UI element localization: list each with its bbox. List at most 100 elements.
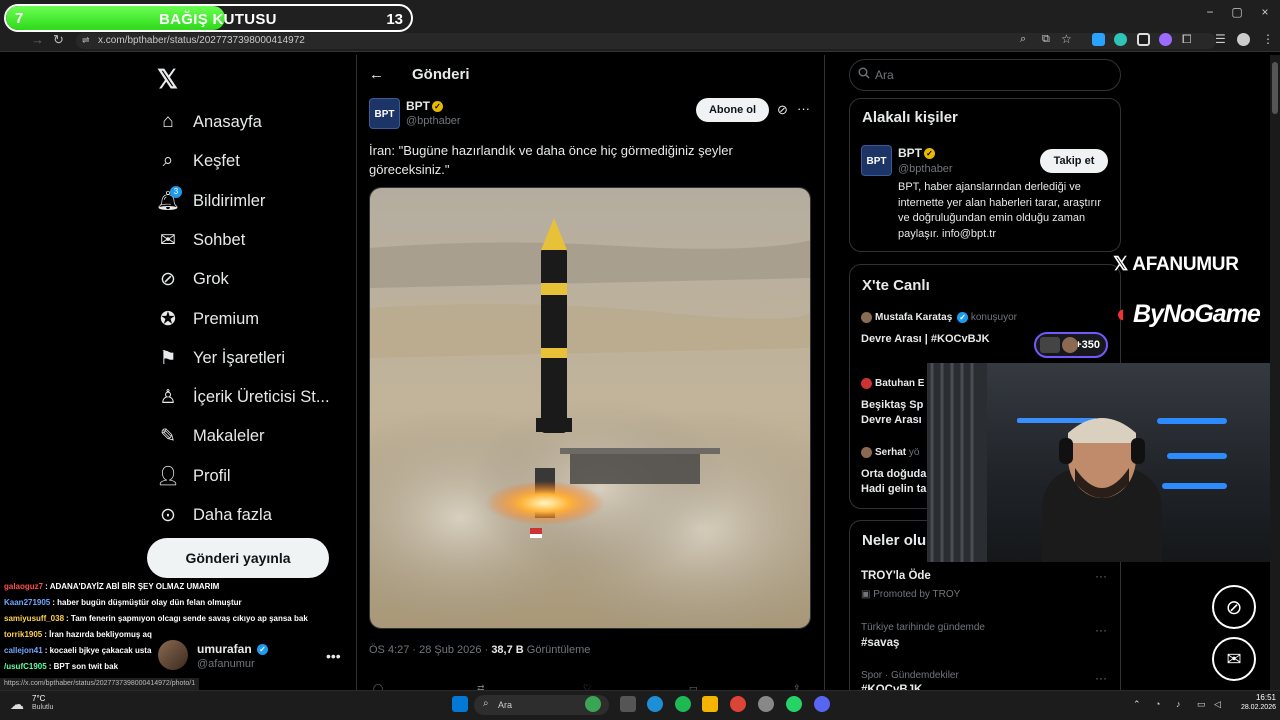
file-explorer-icon[interactable] <box>702 696 718 712</box>
tray-app-icon[interactable]: ◔ <box>1155 699 1160 709</box>
clock-date[interactable]: 28.02.2026 <box>1232 704 1276 711</box>
related-name[interactable]: BPT ✓ <box>898 146 935 160</box>
x-logo[interactable]: 𝕏 <box>157 64 178 95</box>
weather-cloud-icon[interactable]: ☁ <box>10 696 24 713</box>
close-window-button[interactable]: × <box>1250 5 1280 19</box>
task-view-icon[interactable] <box>620 696 636 712</box>
live-item-title[interactable]: Orta doğuda Hadi gelin ta <box>861 467 926 497</box>
back-arrow-icon[interactable]: ← <box>369 66 384 83</box>
whatsapp-icon[interactable] <box>786 696 802 712</box>
post-text: İran: "Bugüne hazırlandık ve daha önce h… <box>369 143 733 177</box>
forward-icon[interactable]: → <box>31 32 44 47</box>
subscribe-button[interactable]: Abone ol <box>696 98 769 122</box>
author-name[interactable]: BPT ✓ <box>406 99 443 113</box>
scrollbar[interactable] <box>1270 55 1280 690</box>
webcam-overlay <box>927 363 1280 562</box>
messages-floating-button[interactable]: ✉ <box>1212 637 1256 681</box>
live-listeners-badge[interactable]: +350 <box>1034 332 1108 358</box>
search-icon <box>858 66 870 84</box>
related-handle[interactable]: @bpthaber <box>898 163 953 175</box>
promoted-icon: ▣ <box>861 589 874 600</box>
grok-icon[interactable]: ⊘ <box>777 102 788 118</box>
site-info-icon[interactable]: ⇌ <box>82 35 90 46</box>
account-avatar[interactable] <box>158 640 188 670</box>
weather-desc[interactable]: Bulutlu <box>32 704 53 711</box>
trend-more-icon[interactable]: ··· <box>1095 671 1107 685</box>
grok-floating-button[interactable]: ⊘ <box>1212 585 1256 629</box>
clock-time[interactable]: 16:51 <box>1248 693 1276 702</box>
author-avatar[interactable]: BPT <box>369 98 400 129</box>
sidebar-icon[interactable]: ☰ <box>1215 32 1226 46</box>
post-button[interactable]: Gönderi yayınla <box>147 538 329 578</box>
search-icon: ⌕ <box>483 698 489 709</box>
trend-more-icon[interactable]: ··· <box>1095 623 1107 637</box>
start-icon[interactable] <box>452 696 468 712</box>
network-icon[interactable]: ▭ <box>1197 699 1206 710</box>
extension-icon[interactable] <box>1159 33 1172 46</box>
live-item-user[interactable]: Serhat yö <box>861 447 919 458</box>
search-input[interactable]: Ara <box>849 59 1121 91</box>
trend-name[interactable]: #savaş <box>861 637 899 649</box>
nav-item-profile[interactable]: 👤︎ Profil <box>156 462 231 490</box>
edge-icon[interactable] <box>647 696 663 712</box>
search-highlight-icon[interactable] <box>585 696 601 712</box>
creator-icon: ♙ <box>159 386 177 408</box>
nav-item-bell[interactable]: 🔔︎ 3 Bildirimler <box>156 186 266 215</box>
weather-temp[interactable]: 7°C <box>32 694 45 703</box>
follow-button[interactable]: Takip et <box>1040 149 1108 173</box>
chat-message: torrik1905: İran hazırda bekliyomuş aq <box>4 630 152 639</box>
volume-icon[interactable]: ◁ <box>1214 699 1221 710</box>
nav-item-more-circle[interactable]: ⊙ Daha fazla <box>157 501 272 529</box>
live-item-title[interactable]: Devre Arası | #KOCvBJK <box>861 332 990 347</box>
live-item-user[interactable]: Mustafa Karataş ✓ konuşuyor <box>861 312 1017 323</box>
profile-avatar-icon[interactable] <box>1237 33 1250 46</box>
mail-icon: ✉ <box>160 229 176 251</box>
nav-item-creator[interactable]: ♙ İçerik Üreticisi St... <box>157 383 330 411</box>
zoom-icon[interactable]: ⌕ <box>1020 33 1026 46</box>
menu-icon[interactable]: ⋮ <box>1262 32 1274 46</box>
live-item-title[interactable]: Beşiktaş Sp Devre Arası <box>861 398 923 428</box>
puzzle-icon[interactable]: ⧠ <box>1182 32 1192 47</box>
spotify-icon[interactable] <box>675 696 691 712</box>
scrollbar-thumb[interactable] <box>1272 62 1278 114</box>
chat-message: callejon41: kocaeli bjkye çakacak usta <box>4 646 151 655</box>
nav-item-label: Bildirimler <box>193 191 266 210</box>
post-meta: ÖS 4:27 · 28 Şub 2026 · 38,7 B Görüntüle… <box>369 644 591 656</box>
nav-item-label: İçerik Üreticisi St... <box>193 387 330 406</box>
card-title: Neler olu <box>862 532 927 549</box>
donation-left-count: 7 <box>15 10 24 27</box>
maximize-button[interactable]: ▢ <box>1222 5 1252 19</box>
cast-icon[interactable]: ⧉ <box>1042 33 1050 46</box>
extension-icon[interactable] <box>1114 33 1127 46</box>
nav-item-home[interactable]: ⌂ Anasayfa <box>157 108 262 136</box>
mic-icon[interactable]: ♪ <box>1176 699 1181 709</box>
status-link-preview: https://x.com/bpthaber/status/2027737398… <box>0 678 200 690</box>
discord-icon[interactable] <box>814 696 830 712</box>
nav-item-grok[interactable]: ⊘ Grok <box>157 265 229 293</box>
related-avatar[interactable]: BPT <box>861 145 892 176</box>
reload-icon[interactable]: ↻ <box>53 32 64 48</box>
app-icon[interactable] <box>758 696 774 712</box>
minimize-button[interactable]: − <box>1195 5 1225 19</box>
account-more-icon[interactable]: ••• <box>326 648 341 664</box>
page-title: Gönderi <box>412 66 470 83</box>
nav-item-bookmark[interactable]: ⚑ Yer İşaretleri <box>157 344 285 372</box>
chat-text: : Tam fenerin şapmıyon olcagı sende sava… <box>66 614 308 623</box>
live-item-user[interactable]: Batuhan E <box>861 378 924 389</box>
trend-context: Spor · Gündemdekiler <box>861 670 959 681</box>
nav-item-search[interactable]: ⌕ Keşfet <box>157 147 240 175</box>
post-image[interactable] <box>369 187 811 629</box>
extension-icon[interactable] <box>1092 33 1105 46</box>
extension-icon[interactable] <box>1137 33 1150 46</box>
star-icon[interactable]: ☆ <box>1061 32 1072 46</box>
trend-more-icon[interactable]: ··· <box>1095 569 1107 583</box>
tray-chevron-icon[interactable]: ⌃ <box>1133 699 1141 710</box>
nav-item-mail[interactable]: ✉ Sohbet <box>157 226 245 254</box>
taskbar <box>0 690 1280 720</box>
nav-item-articles[interactable]: ✎ Makaleler <box>157 422 265 450</box>
trend-name[interactable]: TROY'la Öde <box>861 570 931 582</box>
nav-item-premium[interactable]: ✪ Premium <box>157 305 259 333</box>
chrome-icon[interactable] <box>730 696 746 712</box>
more-icon[interactable]: ··· <box>797 101 810 116</box>
author-handle[interactable]: @bpthaber <box>406 115 461 127</box>
